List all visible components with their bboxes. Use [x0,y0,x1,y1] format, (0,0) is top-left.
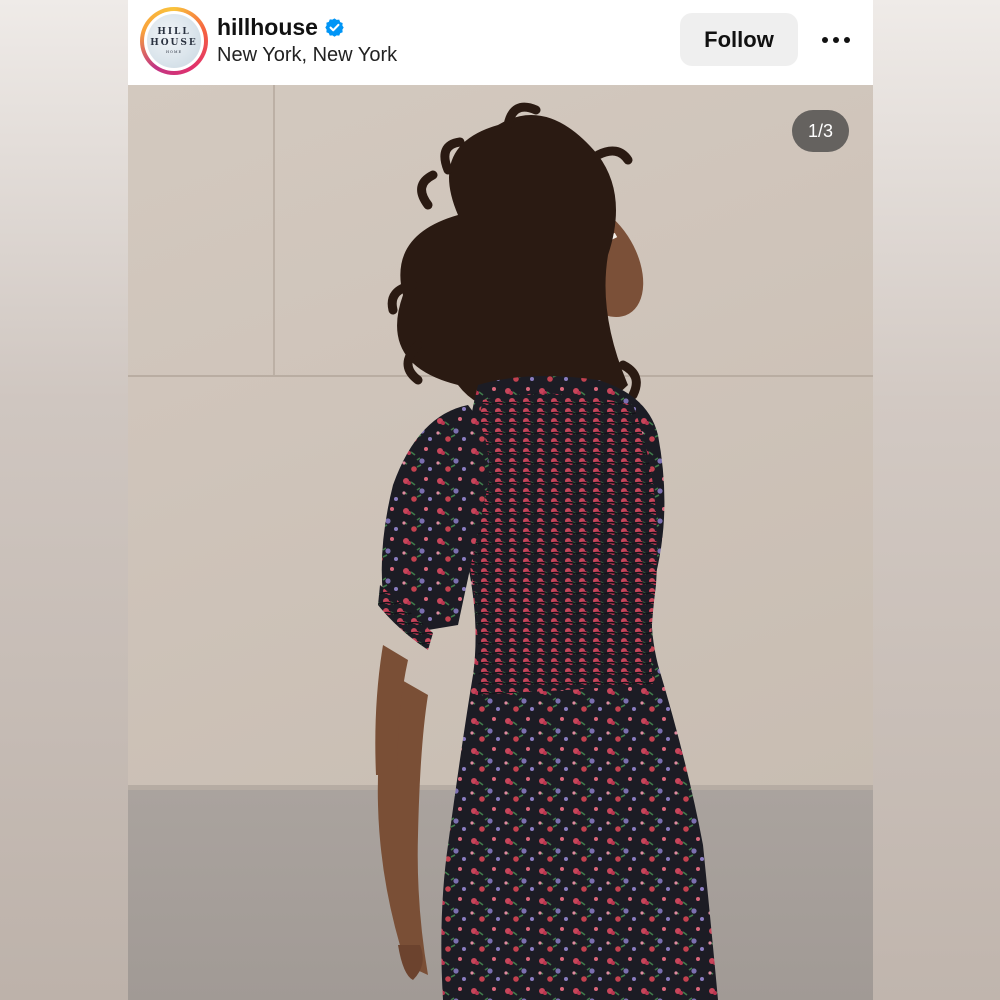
avatar[interactable]: HILL HOUSE HOME [140,7,208,75]
avatar-frame: HILL HOUSE HOME [144,11,204,71]
post-header: HILL HOUSE HOME hillhouse New York, New … [128,0,873,85]
location-link[interactable]: New York, New York [217,44,397,67]
more-options-button[interactable] [816,24,856,56]
verified-badge-icon [325,18,344,37]
avatar-logo: HILL HOUSE HOME [147,14,201,68]
follow-button[interactable]: Follow [680,13,798,66]
logo-text-line2: HOUSE [150,38,198,48]
username[interactable]: hillhouse [217,14,318,41]
more-horizontal-icon [822,37,850,43]
background-left [0,0,128,1000]
instagram-post: HILL HOUSE HOME hillhouse New York, New … [128,0,873,1000]
logo-text-line1: HILL [157,27,191,37]
logo-text-line3: HOME [165,50,183,54]
photo-subject [375,102,718,1000]
image-counter: 1/3 [792,110,849,152]
post-image[interactable]: 1/3 [128,85,873,1000]
background-right [873,0,1000,1000]
username-row: hillhouse [217,14,345,41]
